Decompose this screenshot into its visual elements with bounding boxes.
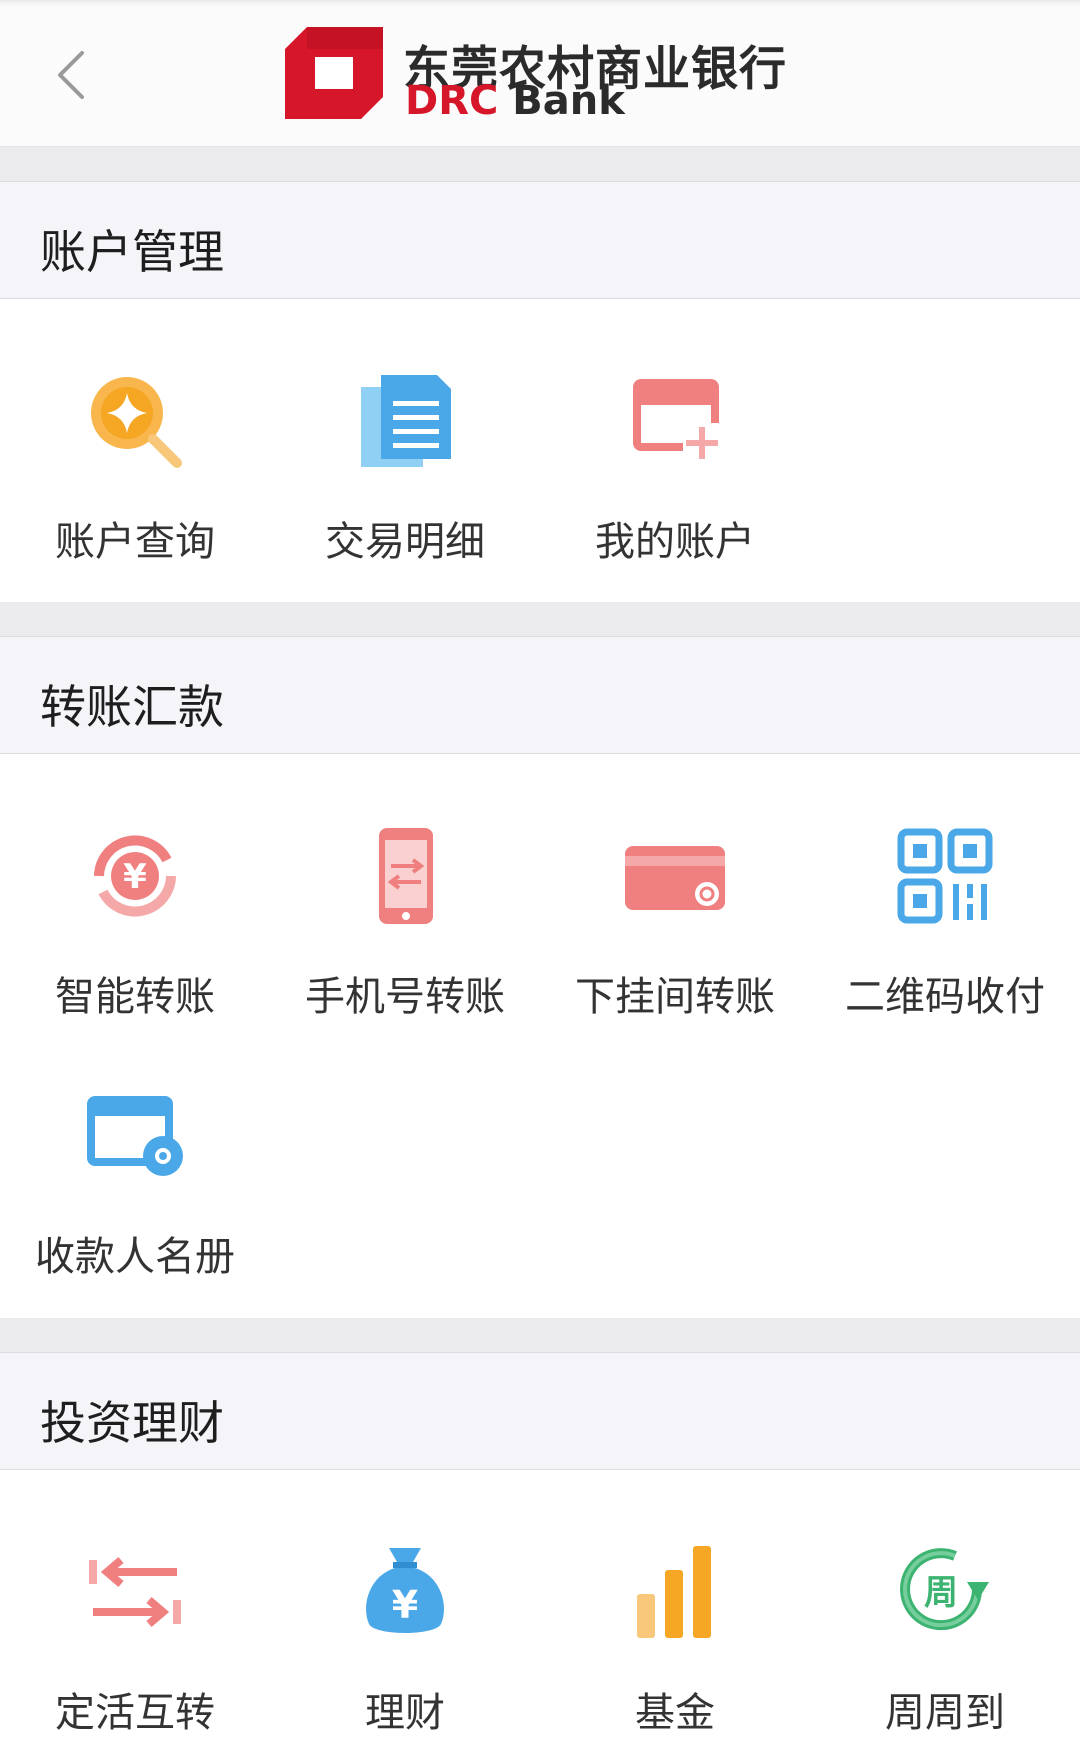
section-header-invest: 投资理财 [0,1352,1080,1470]
account-query-icon [91,377,182,468]
svg-text:¥: ¥ [123,857,147,897]
section-gap [0,1318,1080,1352]
back-button[interactable] [40,40,100,110]
tile-label: 定活互转 [55,1690,215,1736]
tile-label: 二维码收付 [845,974,1045,1020]
account-grid: 账户查询 交易明细 我的账户 [0,299,1080,602]
bank-name-en-suffix: Bank [512,78,625,124]
section-header-transfer: 转账汇款 [0,636,1080,754]
tile-label: 下挂间转账 [575,974,775,1020]
tile-label: 收款人名册 [35,1234,235,1280]
payee-list-icon [87,1096,183,1176]
my-account-icon [633,379,721,461]
section-gap [0,602,1080,636]
tile-my-account[interactable]: 我的账户 [540,319,810,569]
bank-logo-mark-icon [285,27,383,119]
tile-weekly[interactable]: 周 周周到 [810,1490,1080,1740]
tile-qr-code[interactable]: 二维码收付 [810,774,1080,1024]
chevron-left-icon [58,51,84,99]
fixed-demand-transfer-icon [89,1556,181,1628]
phone-transfer-icon [379,828,433,924]
tile-label: 交易明细 [325,519,485,565]
transaction-details-icon [361,375,451,467]
tile-wealth[interactable]: ¥ 理财 [270,1490,540,1740]
tile-label: 账户查询 [55,519,215,565]
tile-fixed-demand[interactable]: 定活互转 [0,1490,270,1740]
weekly-cycle-icon: 周 [900,1548,989,1631]
tile-linked-transfer[interactable]: 下挂间转账 [540,774,810,1024]
tile-label: 智能转账 [55,974,215,1020]
tile-label: 手机号转账 [305,974,505,1020]
tile-account-query[interactable]: 账户查询 [0,319,270,569]
section-title: 转账汇款 [40,680,224,734]
tile-label: 周周到 [885,1690,1005,1736]
tile-label: 基金 [635,1690,715,1736]
tile-payee-list[interactable]: 收款人名册 [0,1034,270,1284]
tile-label: 我的账户 [595,519,755,565]
tile-fund[interactable]: 基金 [540,1490,810,1740]
section-title: 账户管理 [40,225,224,279]
smart-transfer-icon: ¥ [94,835,176,917]
section-title: 投资理财 [40,1396,224,1450]
wealth-bag-icon: ¥ [366,1548,444,1633]
qr-code-icon [897,828,993,924]
invest-grid: 定活互转 ¥ 理财 基金 周 周周到 [0,1470,1080,1740]
fund-bars-icon [637,1546,711,1638]
bank-name-en: DRC Bank [405,78,625,124]
svg-text:¥: ¥ [392,1583,418,1627]
bank-name-en-prefix: DRC [405,78,499,124]
transfer-grid: ¥ 智能转账 手机号转账 下挂间转账 二维码收付 收款人名册 [0,754,1080,1318]
tile-label: 理财 [365,1690,445,1736]
tile-transaction-details[interactable]: 交易明细 [270,319,540,569]
section-header-account: 账户管理 [0,181,1080,299]
tile-smart-transfer[interactable]: ¥ 智能转账 [0,774,270,1024]
section-gap [0,147,1080,181]
tile-phone-transfer[interactable]: 手机号转账 [270,774,540,1024]
top-bar: 东莞农村商业银行 DRC Bank [0,0,1080,147]
bank-logo: 东莞农村商业银行 DRC Bank [285,22,805,124]
linked-card-transfer-icon [625,846,725,910]
svg-text:周: 周 [924,1573,958,1613]
